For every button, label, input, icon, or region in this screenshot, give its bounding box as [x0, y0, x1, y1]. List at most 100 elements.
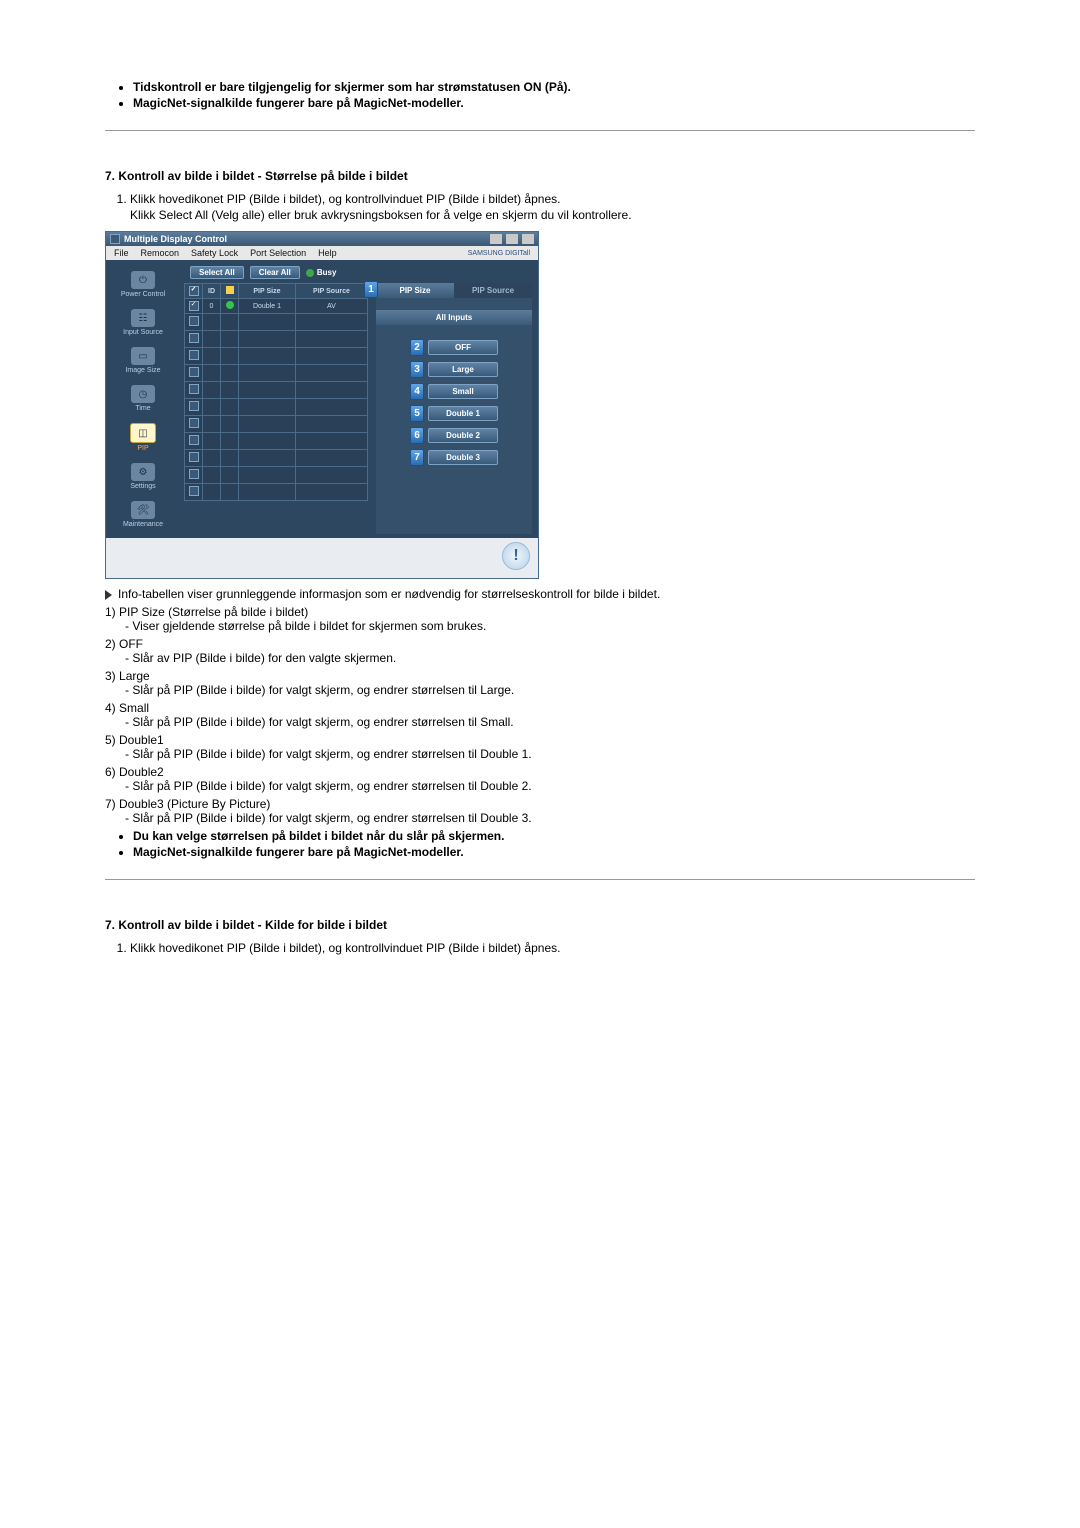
table-row[interactable] — [185, 467, 368, 484]
callout-1: 1 — [364, 281, 378, 298]
section-heading: 7. Kontroll av bilde i bildet - Størrels… — [105, 169, 975, 183]
sidebar-item-pip[interactable]: ◫PIP — [108, 420, 178, 458]
tabbar: 1 PIP Size PIP Source — [376, 283, 532, 298]
titlebar: Multiple Display Control — [106, 232, 538, 246]
large-button[interactable]: Large — [428, 362, 498, 377]
row-checkbox[interactable] — [189, 367, 199, 377]
list-desc: - Viser gjeldende størrelse på bilde i b… — [125, 619, 975, 633]
top-note-list: Tidskontroll er bare tilgjengelig for sk… — [133, 80, 975, 110]
row-checkbox[interactable] — [189, 452, 199, 462]
list-item: 7) Double3 (Picture By Picture) — [105, 797, 975, 811]
list-item: 2) OFF — [105, 637, 975, 651]
tab-pip-source[interactable]: PIP Source — [454, 283, 532, 298]
callout-2: 2 — [410, 339, 424, 356]
menu-port-selection[interactable]: Port Selection — [250, 248, 306, 258]
table-row[interactable] — [185, 331, 368, 348]
list-item: 3) Large — [105, 669, 975, 683]
control-panel: 1 PIP Size PIP Source All Inputs 2OFF 3L… — [376, 283, 532, 534]
status-dot-icon — [306, 269, 314, 277]
sidebar-item-time[interactable]: ◷Time — [108, 382, 178, 418]
menu-file[interactable]: File — [114, 248, 129, 258]
table-row[interactable] — [185, 399, 368, 416]
display-table: ID PIP Size PIP Source 0 Double 1 AV — [184, 283, 368, 534]
info-line: Info-tabellen viser grunnleggende inform… — [105, 587, 975, 601]
double3-button[interactable]: Double 3 — [428, 450, 498, 465]
row-status-icon — [226, 301, 234, 309]
row-checkbox[interactable] — [189, 350, 199, 360]
small-button[interactable]: Small — [428, 384, 498, 399]
list-desc: - Slår på PIP (Bilde i bilde) for valgt … — [125, 811, 975, 825]
off-button[interactable]: OFF — [428, 340, 498, 355]
tab-pip-size[interactable]: 1 PIP Size — [376, 283, 454, 298]
col-check[interactable] — [185, 284, 203, 299]
callout-7: 7 — [410, 449, 424, 466]
row-checkbox[interactable] — [189, 384, 199, 394]
sidebar: ⏻Power Control ☷Input Source ▭Image Size… — [106, 260, 180, 538]
callout-3: 3 — [410, 361, 424, 378]
table-row[interactable] — [185, 484, 368, 501]
app-title-text: Multiple Display Control — [124, 234, 227, 244]
double2-button[interactable]: Double 2 — [428, 428, 498, 443]
input-icon: ☷ — [131, 309, 155, 327]
clear-all-button[interactable]: Clear All — [250, 266, 300, 279]
sidebar-item-imagesize[interactable]: ▭Image Size — [108, 344, 178, 380]
row-checkbox[interactable] — [189, 469, 199, 479]
step-text: Klikk Select All (Velg alle) eller bruk … — [130, 208, 632, 222]
list-item: 4) Small — [105, 701, 975, 715]
maximize-icon[interactable] — [506, 234, 518, 244]
table-row[interactable]: 0 Double 1 AV — [185, 299, 368, 314]
main-panel: Select All Clear All Busy ID PIP Size PI — [180, 260, 538, 538]
row-checkbox[interactable] — [189, 333, 199, 343]
row-checkbox[interactable] — [189, 301, 199, 311]
sidebar-item-settings[interactable]: ⚙Settings — [108, 460, 178, 496]
note-item: Du kan velge størrelsen på bildet i bild… — [133, 829, 975, 843]
minimize-icon[interactable] — [490, 234, 502, 244]
row-checkbox[interactable] — [189, 401, 199, 411]
menu-remocon[interactable]: Remocon — [141, 248, 180, 258]
sidebar-item-power[interactable]: ⏻Power Control — [108, 268, 178, 304]
step-text: Klikk hovedikonet PIP (Bilde i bildet), … — [130, 192, 560, 206]
select-all-button[interactable]: Select All — [190, 266, 244, 279]
sidebar-item-input[interactable]: ☷Input Source — [108, 306, 178, 342]
description-block: Info-tabellen viser grunnleggende inform… — [105, 587, 975, 859]
section-heading: 7. Kontroll av bilde i bildet - Kilde fo… — [105, 918, 975, 932]
checkbox-icon[interactable] — [189, 286, 199, 296]
callout-5: 5 — [410, 405, 424, 422]
table-row[interactable] — [185, 450, 368, 467]
cell-pipsource: AV — [295, 299, 367, 314]
status-icon — [226, 286, 234, 294]
row-checkbox[interactable] — [189, 486, 199, 496]
arrow-icon — [105, 590, 112, 600]
col-id: ID — [203, 284, 221, 299]
app-icon — [110, 234, 120, 244]
brand-label: SAMSUNG DIGITall — [468, 250, 530, 257]
note-item: MagicNet-signalkilde fungerer bare på Ma… — [133, 845, 975, 859]
col-status — [221, 284, 239, 299]
step-item: Klikk hovedikonet PIP (Bilde i bildet), … — [130, 940, 975, 956]
cell-pipsize: Double 1 — [239, 299, 296, 314]
clock-icon: ◷ — [131, 385, 155, 403]
double1-button[interactable]: Double 1 — [428, 406, 498, 421]
busy-indicator: Busy — [306, 268, 337, 277]
divider — [105, 130, 975, 131]
note-item: MagicNet-signalkilde fungerer bare på Ma… — [133, 96, 975, 110]
table-row[interactable] — [185, 348, 368, 365]
sidebar-item-maintenance[interactable]: 🛠Maintenance — [108, 498, 178, 534]
statusbar: ! — [106, 538, 538, 578]
info-icon[interactable]: ! — [502, 542, 530, 570]
close-icon[interactable] — [522, 234, 534, 244]
menu-help[interactable]: Help — [318, 248, 337, 258]
pip-icon: ◫ — [130, 423, 156, 443]
table-row[interactable] — [185, 314, 368, 331]
gear-icon: ⚙ — [131, 463, 155, 481]
row-checkbox[interactable] — [189, 435, 199, 445]
table-row[interactable] — [185, 382, 368, 399]
row-checkbox[interactable] — [189, 418, 199, 428]
row-checkbox[interactable] — [189, 316, 199, 326]
table-row[interactable] — [185, 433, 368, 450]
table-row[interactable] — [185, 365, 368, 382]
table-row[interactable] — [185, 416, 368, 433]
list-desc: - Slår på PIP (Bilde i bilde) for valgt … — [125, 715, 975, 729]
menu-safety-lock[interactable]: Safety Lock — [191, 248, 238, 258]
app-window: Multiple Display Control File Remocon Sa… — [105, 231, 539, 579]
